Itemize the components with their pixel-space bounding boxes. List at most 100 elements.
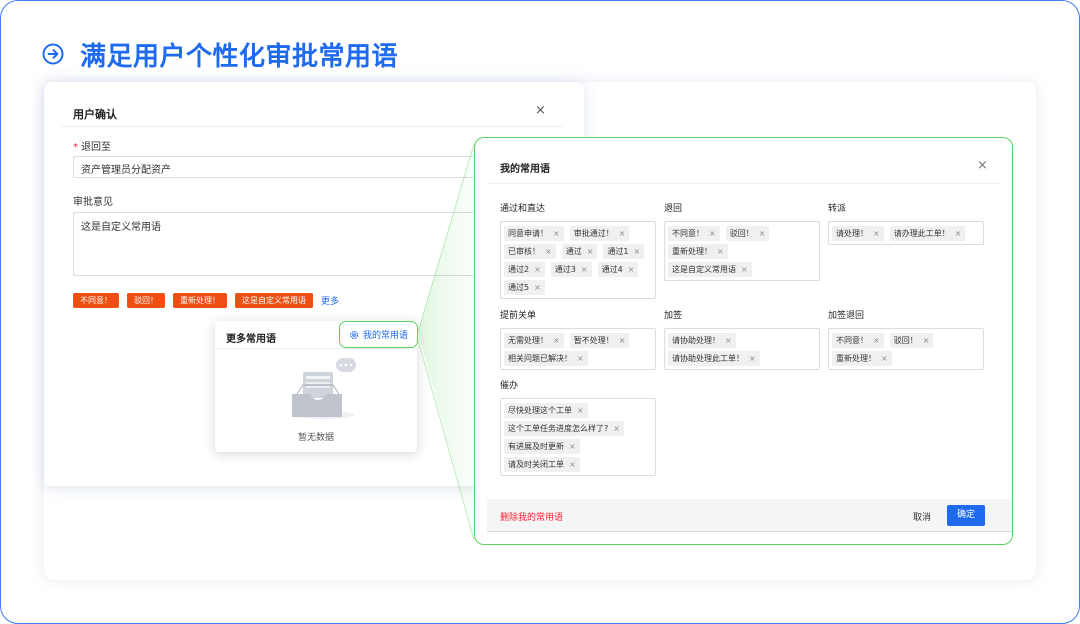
tag-remove-icon[interactable]: × [581,262,588,277]
quick-phrase-button[interactable]: 重新处理！ [173,293,227,308]
tag-label: 这个工单任务进度怎么样了? [508,423,609,433]
phrase-tag: 请协助处理此工单！ × [668,350,760,366]
ok-button[interactable]: 确定 [947,505,985,526]
quick-phrase-button[interactable]: 不同意！ [73,293,119,308]
return-to-label: * 退回至 [73,142,111,153]
tag-box[interactable]: 请处理！ × 请办理此工单！ × [828,221,984,245]
tag-remove-icon[interactable]: × [534,280,541,295]
tag-remove-icon[interactable]: × [881,351,888,366]
phrase-group: 催办 尽快处理这个工单 × 这个工单任务进度怎么样了? × 有进展及时更新 × 请及时关闭工单… [500,378,656,476]
tag-remove-icon[interactable]: × [569,439,576,454]
phrase-tag: 通过 × [561,243,598,259]
tag-label: 通过2 [508,264,530,274]
divider [487,183,1001,184]
tag-remove-icon[interactable]: × [619,226,626,241]
tag-label: 已审核！ [508,246,540,256]
phrase-tag: 相关问题已解决！ × [504,350,588,366]
tag-remove-icon[interactable]: × [613,421,620,436]
tag-label: 不同意！ [836,335,868,345]
tag-remove-icon[interactable]: × [569,457,576,472]
tag-box[interactable]: 尽快处理这个工单 × 这个工单任务进度怎么样了? × 有进展及时更新 × 请及时关闭工单 × [500,398,656,476]
tag-remove-icon[interactable]: × [634,244,641,259]
phrase-tag: 请处理！ × [832,225,884,241]
tag-remove-icon[interactable]: × [923,333,930,348]
phrase-tag: 同意申请！ × [504,225,564,241]
tag-remove-icon[interactable]: × [759,226,766,241]
tag-label: 暂不处理！ [573,335,614,345]
tag-remove-icon[interactable]: × [553,333,560,348]
tag-label: 相关问题已解决！ [508,353,572,363]
phrase-tag: 请办理此工单！ × [889,225,966,241]
tag-remove-icon[interactable]: × [749,351,756,366]
tag-label: 重新处理！ [836,353,876,363]
tag-remove-icon[interactable]: × [725,333,732,348]
tag-label: 请及时关闭工单 [508,459,564,469]
tag-label: 不同意！ [672,228,704,238]
tag-box[interactable]: 请协助处理！ × 请协助处理此工单！ × [664,328,820,370]
phrase-group: 加签退回不同意！ × 驳回！ × 重新处理！ × [828,308,984,370]
group-title: 催办 [500,381,519,391]
quick-phrase-row: 不同意！ 驳回！ 重新处理！ 这是自定义常用语 更多 [73,293,339,308]
tag-remove-icon[interactable]: × [741,262,748,277]
close-icon[interactable]: × [535,103,546,118]
tag-box[interactable]: 不同意！ × 驳回！ × 重新处理！ × [828,328,984,370]
tag-label: 驳回！ [893,335,918,345]
tag-box[interactable]: 无需处理！ × 暂不处理！ × 相关问题已解决！ × [500,328,656,370]
tag-remove-icon[interactable]: × [577,403,584,418]
delete-my-phrases-link[interactable]: 删除我的常用语 [500,510,563,523]
my-phrases-dialog: 我的常用语 × 通过和直达 同意申请！ × 审批通过！ × 已审核！ × 通过 × 通过1 × 通过2… [474,137,1013,545]
tag-remove-icon[interactable]: × [534,262,541,277]
tag-label: 这是自定义常用语 [672,264,736,274]
section-heading: 满足用户个性化审批常用语 [42,36,398,72]
phrase-tag: 通过5 × [504,279,545,295]
phrase-group: 通过和直达 同意申请！ × 审批通过！ × 已审核！ × 通过 × 通过1 × 通过2 × 通过3 × 通过4… [500,201,656,299]
tag-label: 有进展及时更新 [508,441,564,451]
quick-phrase-button[interactable]: 驳回！ [127,293,165,308]
dialog-title: 我的常用语 [500,164,550,175]
comment-label: 审批意见 [73,197,113,208]
my-phrases-button[interactable]: 我的常用语 [339,321,418,348]
tag-remove-icon[interactable]: × [873,226,880,241]
tag-remove-icon[interactable]: × [955,226,962,241]
group-title: 加签退回 [828,311,865,321]
phrase-tag: 请及时关闭工单 × [504,456,580,472]
group-title: 提前关单 [500,311,537,321]
tag-label: 请办理此工单！ [893,228,950,238]
more-link[interactable]: 更多 [321,294,339,307]
phrase-tag: 通过1 × [603,243,645,259]
tag-label: 通过1 [607,246,629,256]
tag-remove-icon[interactable]: × [587,244,594,259]
phrase-tag: 驳回！ × [889,332,934,348]
tag-remove-icon[interactable]: × [553,226,560,241]
tag-remove-icon[interactable]: × [577,351,584,366]
divider [62,126,562,127]
tag-remove-icon[interactable]: × [628,262,635,277]
page-title: 满足用户个性化审批常用语 [80,41,399,72]
tag-box[interactable]: 不同意！ × 驳回！ × 重新处理！ × 这是自定义常用语 × [664,221,820,281]
phrase-tag: 驳回！ × [725,225,770,241]
phrase-tag: 尽快处理这个工单 × [504,402,588,418]
tag-remove-icon[interactable]: × [709,226,716,241]
quick-phrase-button[interactable]: 这是自定义常用语 [235,293,313,308]
return-to-select[interactable]: 资产管理员分配资产 [73,156,493,178]
phrase-tag: 这个工单任务进度怎么样了? × [504,420,624,436]
tag-remove-icon[interactable]: × [545,244,552,259]
tag-box[interactable]: 同意申请！ × 审批通过！ × 已审核！ × 通过 × 通过1 × 通过2 × 通过3 × 通过4 × 通过5 × [500,221,656,299]
tag-label: 通过4 [601,264,623,274]
close-icon[interactable]: × [977,158,988,173]
tag-label: 请协助处理此工单！ [672,353,744,363]
group-title: 通过和直达 [500,204,546,214]
phrase-tag: 通过3 × [550,261,592,277]
tag-remove-icon[interactable]: × [619,333,626,348]
tag-remove-icon[interactable]: × [873,333,880,348]
gear-icon [349,330,359,340]
tag-remove-icon[interactable]: × [717,244,724,259]
phrase-group: 加签 请协助处理！ × 请协助处理此工单！ × [664,308,820,370]
phrase-group: 转派 请处理！ × 请办理此工单！ × [828,201,984,245]
cancel-button[interactable]: 取消 [913,510,931,523]
comment-textarea[interactable]: 这是自定义常用语 [73,212,493,276]
tag-label: 请处理！ [836,228,868,238]
phrase-tag: 暂不处理！ × [569,332,630,348]
phrase-tag: 重新处理！ × [832,350,892,366]
tag-label: 驳回！ [729,228,754,238]
